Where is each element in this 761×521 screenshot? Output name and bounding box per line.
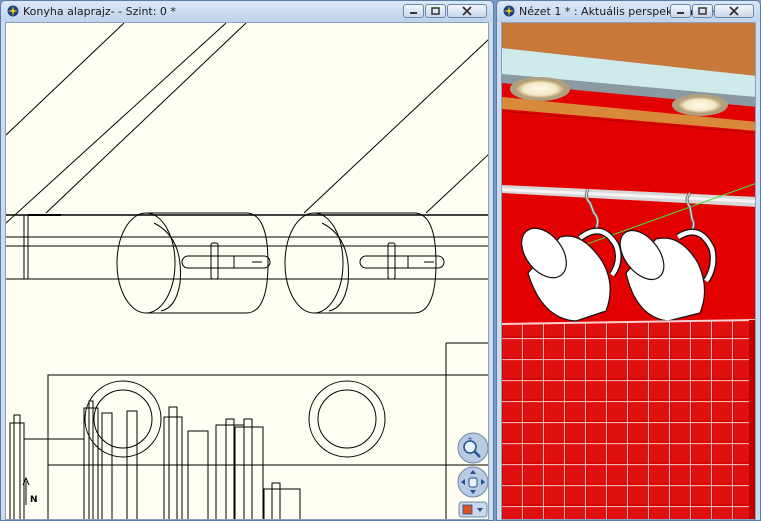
ceiling-spotlight-2 [672,94,728,116]
plan-cup-1 [116,212,271,314]
perspective-render-image[interactable] [502,23,756,520]
close-icon [729,6,739,16]
pan-hand-icon[interactable] [457,466,488,498]
plan-hatch-line [303,39,488,214]
maximize-icon [698,7,707,15]
zoom-magnifier-icon[interactable]: + [457,432,488,464]
plan-hatch-line [6,23,125,136]
tile-edge [749,320,755,519]
maximize-button[interactable] [425,4,446,18]
plan-hatch-line [425,154,488,214]
close-button[interactable] [447,4,487,18]
plan-plate-2 [308,380,386,458]
plan-counter [47,374,488,466]
minimize-button[interactable] [670,4,691,18]
north-label: N [30,495,38,505]
floor-plan-canvas[interactable]: N + [5,22,489,520]
svg-text:+: + [467,435,473,443]
plan-hatch-line [45,23,247,214]
app-logo-icon [503,5,515,17]
navigation-controls[interactable]: + [456,432,489,518]
ceiling-spotlight-1 [510,77,570,101]
floor-plan-window[interactable]: Konyha alaprajz- - Szint: 0 * N + [0,0,494,521]
minimize-icon [677,12,684,14]
view-mode-icon[interactable] [458,501,488,518]
title-bar[interactable]: Konyha alaprajz- - Szint: 0 * [1,1,493,22]
perspective-render[interactable] [501,22,756,520]
close-icon [462,6,472,16]
plan-plate-1 [84,380,162,458]
app-logo-icon [7,5,19,17]
plan-cup-2 [284,212,445,314]
close-button[interactable] [714,4,754,18]
minimize-icon [410,12,417,14]
minimize-button[interactable] [403,4,424,18]
window-title: Konyha alaprajz- - Szint: 0 * [23,5,176,18]
maximize-icon [431,7,440,15]
floor-plan-drawing[interactable] [6,23,489,520]
maximize-button[interactable] [692,4,713,18]
title-bar[interactable]: Nézet 1 * : Aktuális perspektíva [Kép] [497,1,760,22]
plan-hatch-line [6,23,227,224]
tiled-backsplash [502,320,755,519]
perspective-view-window[interactable]: Nézet 1 * : Aktuális perspektíva [Kép] [496,0,761,521]
plan-dish-rack [9,400,301,519]
